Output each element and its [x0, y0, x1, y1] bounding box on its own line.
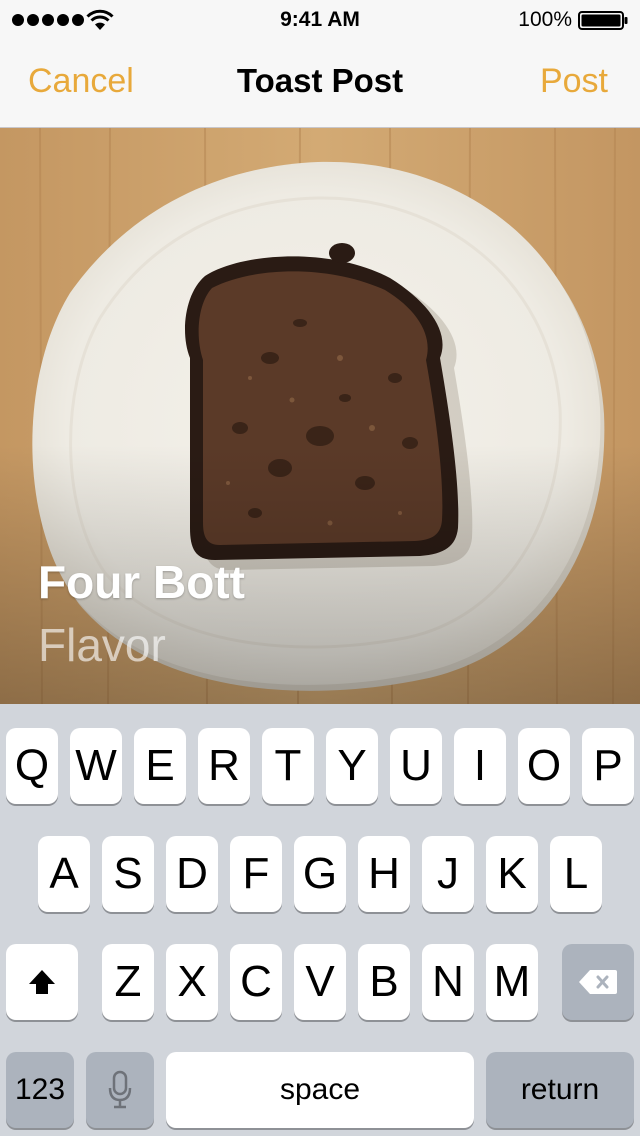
key-p[interactable]: P [582, 728, 634, 804]
numbers-key[interactable]: 123 [6, 1052, 74, 1128]
key-a[interactable]: A [38, 836, 90, 912]
space-key[interactable]: space [166, 1052, 474, 1128]
key-g[interactable]: G [294, 836, 346, 912]
key-y[interactable]: Y [326, 728, 378, 804]
key-m[interactable]: M [486, 944, 538, 1020]
key-z[interactable]: Z [102, 944, 154, 1020]
key-c[interactable]: C [230, 944, 282, 1020]
key-f[interactable]: F [230, 836, 282, 912]
key-t[interactable]: T [262, 728, 314, 804]
backspace-icon [579, 970, 617, 994]
key-b[interactable]: B [358, 944, 410, 1020]
toast-name-text[interactable]: Four Bott [38, 555, 245, 609]
delete-key[interactable] [562, 944, 634, 1020]
keyboard: Q W E R T Y U I O P A S D F G H J K L Z … [0, 704, 640, 1136]
dictation-key[interactable] [86, 1052, 154, 1128]
key-s[interactable]: S [102, 836, 154, 912]
nav-bar: Cancel Toast Post Post [0, 40, 640, 128]
key-u[interactable]: U [390, 728, 442, 804]
status-bar: 9:41 AM 100% [0, 0, 640, 40]
key-l[interactable]: L [550, 836, 602, 912]
key-d[interactable]: D [166, 836, 218, 912]
key-r[interactable]: R [198, 728, 250, 804]
cancel-button[interactable]: Cancel [28, 62, 134, 101]
battery-icon [578, 11, 628, 30]
post-button[interactable]: Post [540, 62, 608, 101]
key-v[interactable]: V [294, 944, 346, 1020]
flavor-placeholder[interactable]: Flavor [38, 618, 166, 672]
shift-arrow-icon [29, 970, 55, 994]
key-x[interactable]: X [166, 944, 218, 1020]
battery-percent: 100% [518, 8, 572, 31]
key-q[interactable]: Q [6, 728, 58, 804]
key-o[interactable]: O [518, 728, 570, 804]
microphone-icon [108, 1070, 132, 1109]
key-i[interactable]: I [454, 728, 506, 804]
key-e[interactable]: E [134, 728, 186, 804]
return-key[interactable]: return [486, 1052, 634, 1128]
toast-photo: Four Bott Flavor [0, 128, 640, 704]
key-n[interactable]: N [422, 944, 474, 1020]
key-h[interactable]: H [358, 836, 410, 912]
key-j[interactable]: J [422, 836, 474, 912]
shift-key[interactable] [6, 944, 78, 1020]
key-w[interactable]: W [70, 728, 122, 804]
key-k[interactable]: K [486, 836, 538, 912]
